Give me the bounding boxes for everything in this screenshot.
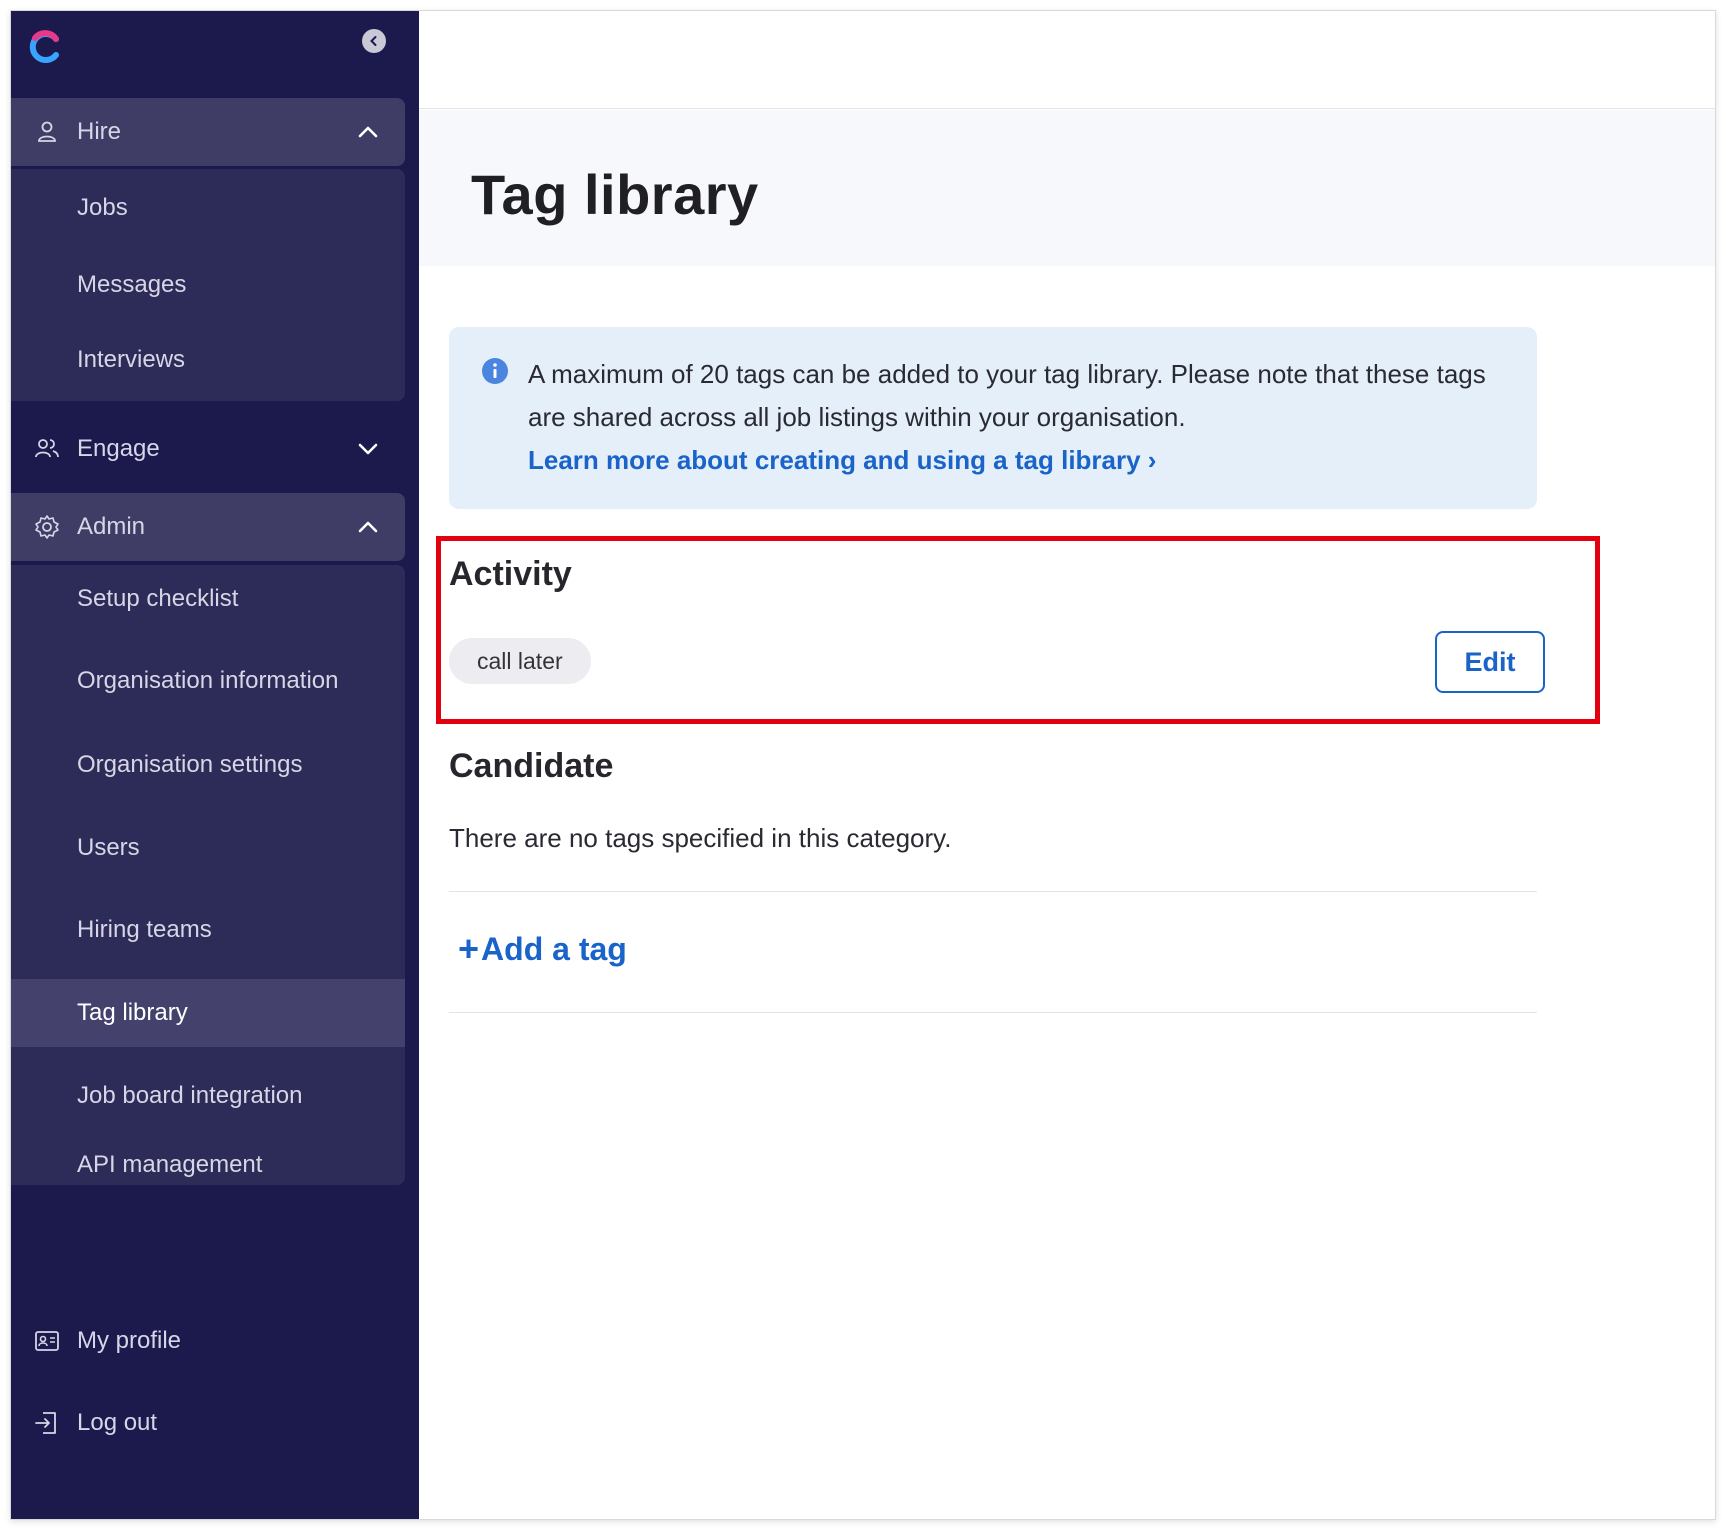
page-title: Tag library <box>471 163 759 226</box>
gear-icon <box>35 515 59 539</box>
add-tag-button[interactable]: + Add a tag <box>458 928 627 970</box>
chevron-up-icon <box>358 521 378 533</box>
nav-organisation-information[interactable]: Organisation information <box>11 647 405 715</box>
profile-card-icon <box>35 1331 59 1351</box>
nav-my-profile[interactable]: My profile <box>11 1307 405 1375</box>
nav-tag-library[interactable]: Tag library <box>11 979 405 1047</box>
nav-hiring-teams[interactable]: Hiring teams <box>11 896 405 964</box>
learn-more-link[interactable]: Learn more about creating and using a ta… <box>528 439 1508 482</box>
info-banner: A maximum of 20 tags can be added to you… <box>449 327 1537 509</box>
nav-log-out-label: Log out <box>77 1409 158 1436</box>
plus-icon: + <box>458 928 480 969</box>
info-text-block: A maximum of 20 tags can be added to you… <box>528 353 1508 482</box>
candidate-empty-message: There are no tags specified in this cate… <box>449 823 952 853</box>
app-logo[interactable] <box>25 27 65 67</box>
nav-engage[interactable]: Engage <box>11 415 405 483</box>
add-tag-label: Add a tag <box>481 930 627 967</box>
nav-interviews[interactable]: Interviews <box>11 326 405 394</box>
collapse-sidebar-button[interactable] <box>362 29 386 53</box>
info-icon <box>482 358 508 384</box>
divider <box>449 891 1537 892</box>
nav-my-profile-label: My profile <box>77 1327 182 1354</box>
activity-section-title: Activity <box>449 555 572 593</box>
tag-chip: call later <box>449 638 591 684</box>
nav-log-out[interactable]: Log out <box>11 1389 405 1457</box>
person-icon <box>38 121 56 142</box>
nav-job-board-integration[interactable]: Job board integration <box>11 1062 405 1130</box>
highlight-annotation <box>436 536 1600 724</box>
nav-admin-label: Admin <box>77 513 146 540</box>
candidate-section-title: Candidate <box>449 747 614 785</box>
edit-button[interactable]: Edit <box>1435 631 1545 693</box>
sidebar: Hire Jobs Messages Interviews Engage Adm… <box>11 11 419 1519</box>
page-header: Tag library <box>419 110 1715 266</box>
top-bar <box>419 11 1715 109</box>
info-message: A maximum of 20 tags can be added to you… <box>528 359 1486 432</box>
nav-messages[interactable]: Messages <box>11 251 405 319</box>
nav-hire-label: Hire <box>77 118 122 145</box>
admin-submenu: Setup checklist Organisation information… <box>11 565 405 1185</box>
chevron-up-icon <box>358 126 378 138</box>
app-window: Hire Jobs Messages Interviews Engage Adm… <box>10 10 1716 1520</box>
nav-engage-label: Engage <box>77 435 160 462</box>
people-icon <box>35 439 59 458</box>
divider <box>449 1012 1537 1013</box>
logout-icon <box>35 1412 56 1434</box>
nav-setup-checklist[interactable]: Setup checklist <box>11 565 405 633</box>
hire-submenu: Jobs Messages Interviews <box>11 169 405 401</box>
chevron-down-icon <box>358 443 378 455</box>
nav-users[interactable]: Users <box>11 814 405 882</box>
nav-hire[interactable]: Hire <box>11 98 405 166</box>
nav-organisation-settings[interactable]: Organisation settings <box>11 731 405 799</box>
nav-api-management[interactable]: API management <box>11 1145 405 1185</box>
chevron-left-icon <box>370 36 377 46</box>
nav-jobs[interactable]: Jobs <box>11 174 405 242</box>
nav-admin[interactable]: Admin <box>11 493 405 561</box>
